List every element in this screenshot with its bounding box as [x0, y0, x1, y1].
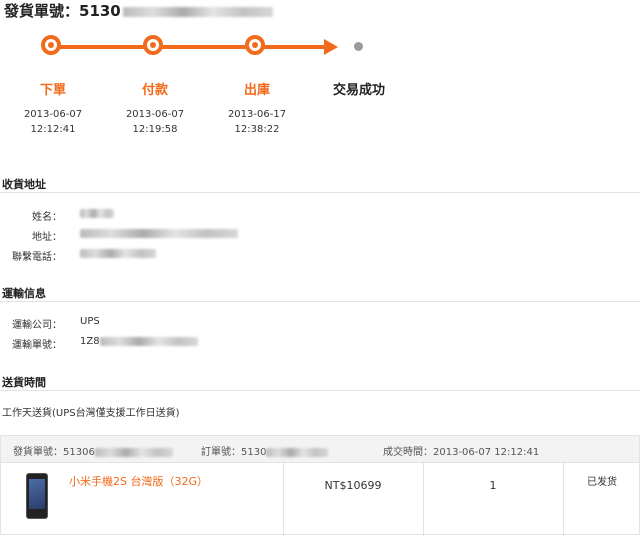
step-datetime-payment: 2013-06-07 12:19:58: [110, 107, 200, 137]
order-number-cell: 訂單號：5130: [201, 443, 329, 458]
step-date: 2013-06-07: [125, 109, 185, 120]
deal-time: 成交時間：2013-06-07 12:12:41: [383, 447, 540, 458]
step-time: 12:12:41: [30, 124, 76, 135]
delivery-note: 工作天送貨(UPS台灣僅支援工作日送貨): [2, 408, 180, 419]
name-label: 姓名：: [32, 212, 62, 223]
order-number-label: 訂單號：5130: [201, 447, 267, 458]
product-quantity: 1: [489, 479, 497, 492]
step-label-complete: 交易成功: [332, 83, 385, 98]
delivery-section-header: 送貨時間: [0, 372, 640, 391]
product-name-link[interactable]: 小米手機2S 台灣版（32G）: [69, 473, 208, 489]
phone-label: 聯繫電話：: [12, 252, 62, 263]
step-dot-complete: [354, 42, 363, 51]
address-value: [80, 228, 238, 239]
shipping-section-header: 運輸信息: [0, 283, 640, 302]
step-datetime-shipped: 2013-06-17 12:38:22: [212, 107, 302, 137]
step-date: 2013-06-07: [23, 109, 83, 120]
step-dot-order: [41, 35, 61, 55]
step-label-shipped: 出庫: [243, 83, 270, 98]
ship-number-label: 發貨單號：51306: [13, 447, 95, 458]
address-heading: 收貨地址: [2, 178, 46, 191]
step-label-payment: 付款: [141, 83, 168, 98]
page-title: 發貨單號：5130: [4, 0, 273, 21]
order-items-table: 發貨單號：51306 訂單號：5130 成交時間：2013-06-07 12:1…: [0, 435, 640, 536]
phone-value: [80, 248, 156, 259]
product-price: NT$10699: [324, 479, 382, 492]
product-thumbnail[interactable]: [26, 473, 48, 519]
step-dot-shipped: [245, 35, 265, 55]
progress-line: [52, 45, 324, 49]
step-dot-payment: [143, 35, 163, 55]
order-table-header: 發貨單號：51306 訂單號：5130 成交時間：2013-06-07 12:1…: [1, 436, 639, 463]
redacted-shipment-number: [122, 6, 273, 17]
carrier-label: 運輸公司：: [12, 320, 62, 331]
tracking-value: 1Z8: [80, 336, 198, 347]
column-divider: [423, 462, 424, 536]
column-divider: [283, 462, 284, 536]
step-date: 2013-06-17: [227, 109, 287, 120]
step-time: 12:38:22: [234, 124, 280, 135]
tracking-prefix: 1Z8: [80, 336, 100, 347]
ship-number-cell: 發貨單號：51306: [13, 443, 173, 458]
carrier-value: UPS: [80, 316, 100, 327]
shipment-status: 已发货: [587, 477, 617, 488]
tracking-label: 運輸單號：: [12, 340, 62, 351]
step-datetime-order: 2013-06-07 12:12:41: [8, 107, 98, 137]
shipment-number-label: 發貨單號：5130: [4, 2, 121, 20]
step-label-order: 下單: [39, 83, 66, 98]
address-label: 地址：: [32, 232, 62, 243]
shipping-heading: 運輸信息: [2, 287, 46, 300]
progress-arrow-icon: [324, 39, 338, 55]
name-value: [80, 208, 114, 219]
step-time: 12:19:58: [132, 124, 178, 135]
delivery-heading: 送貨時間: [2, 376, 46, 389]
address-section-header: 收貨地址: [0, 174, 640, 193]
